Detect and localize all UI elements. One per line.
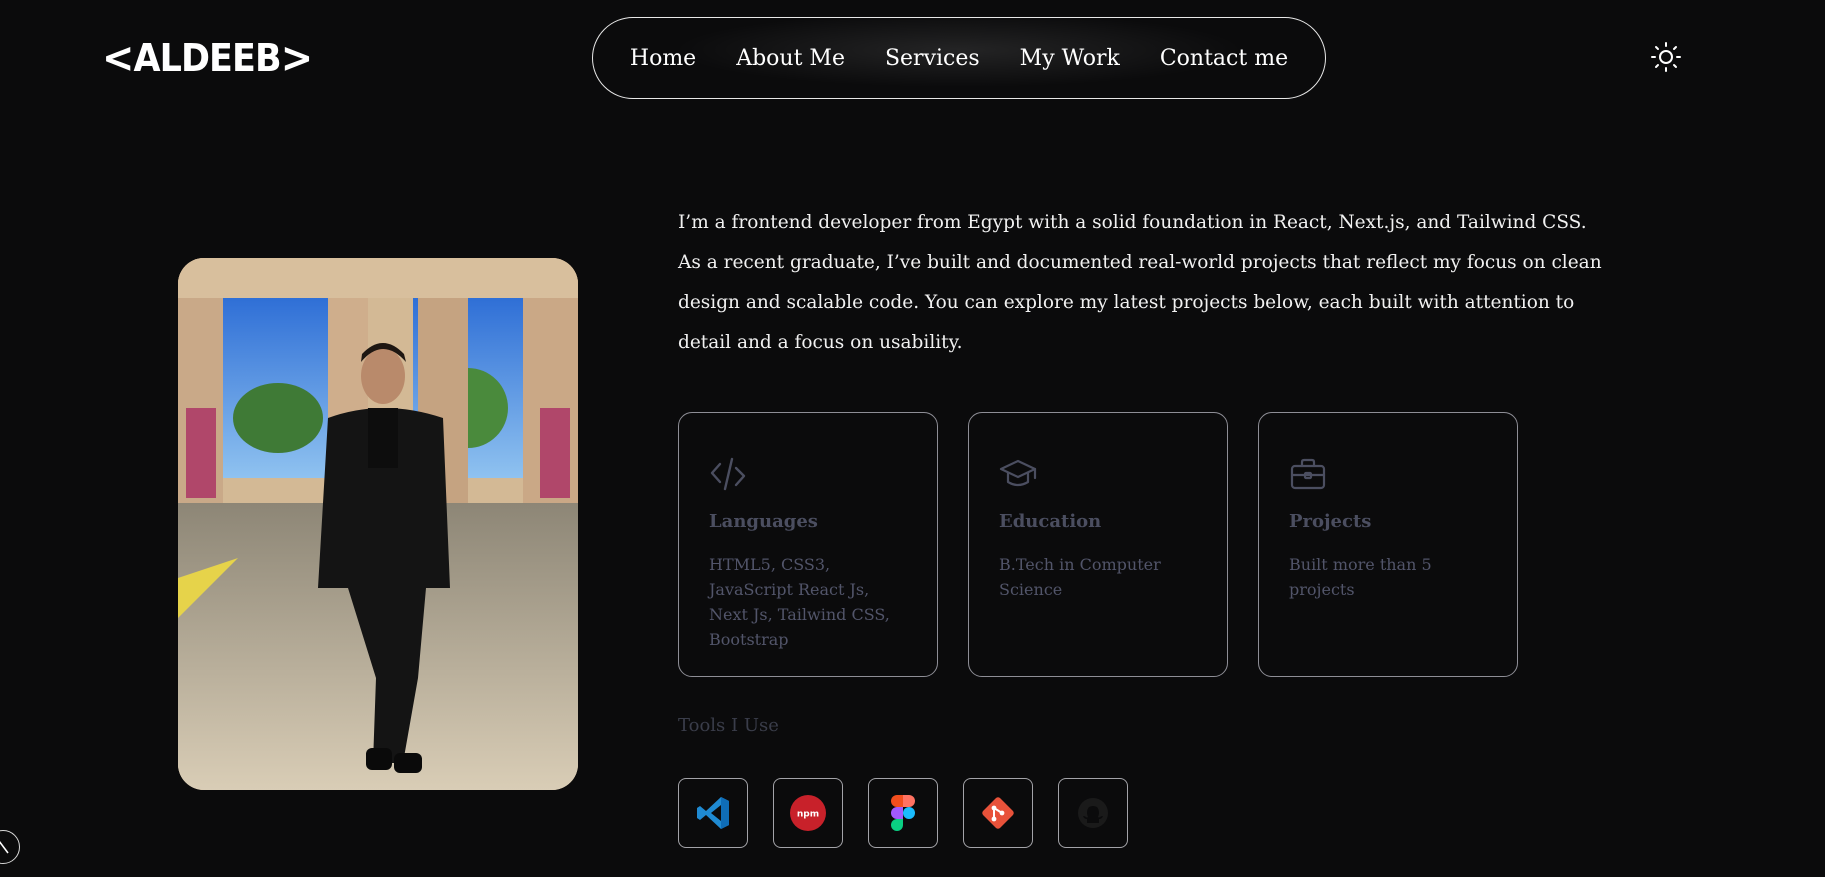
- card-text: B.Tech in Computer Science: [999, 555, 1161, 599]
- card-text: HTML5, CSS3, JavaScript React Js, Next J…: [709, 555, 890, 649]
- nav-services[interactable]: Services: [865, 46, 1000, 71]
- card-text: Built more than 5 projects: [1289, 555, 1432, 599]
- card-education[interactable]: Education B.Tech in Computer Science: [968, 412, 1228, 677]
- card-languages[interactable]: Languages HTML5, CSS3, JavaScript React …: [678, 412, 938, 677]
- about-intro-text: I’m a frontend developer from Egypt with…: [678, 212, 1602, 353]
- npm-icon: npm: [790, 795, 826, 831]
- profile-photo-illustration: [178, 258, 578, 790]
- site-logo[interactable]: < ALDEEB >: [102, 33, 313, 82]
- theme-toggle-button[interactable]: [1650, 41, 1682, 73]
- tool-github[interactable]: [1058, 778, 1128, 848]
- tool-figma[interactable]: [868, 778, 938, 848]
- nav-home[interactable]: Home: [610, 46, 716, 71]
- git-icon: [982, 797, 1014, 829]
- nav-about-me[interactable]: About Me: [716, 46, 865, 71]
- card-title: Languages: [709, 511, 818, 532]
- npm-label: npm: [797, 810, 819, 820]
- logo-text: ALDEEB: [133, 36, 281, 80]
- tool-npm[interactable]: npm: [773, 778, 843, 848]
- logo-left-bracket: <: [102, 33, 134, 82]
- card-projects[interactable]: Projects Built more than 5 projects: [1258, 412, 1518, 677]
- tools-list: npm: [678, 778, 1128, 848]
- logo-right-bracket: >: [280, 33, 313, 82]
- corner-widget-icon[interactable]: [0, 830, 20, 864]
- card-title: Education: [999, 511, 1102, 532]
- main-nav: Home About Me Services My Work Contact m…: [592, 17, 1326, 99]
- tools-heading: Tools I Use: [678, 715, 779, 736]
- briefcase-icon: [1290, 458, 1326, 490]
- nav-contact-me[interactable]: Contact me: [1140, 46, 1308, 71]
- profile-photo: [178, 258, 578, 790]
- figma-icon: [891, 795, 915, 831]
- tool-git[interactable]: [963, 778, 1033, 848]
- nav-my-work[interactable]: My Work: [1000, 46, 1140, 71]
- vscode-icon: [697, 797, 729, 829]
- n-logo-icon: [0, 841, 9, 854]
- card-title: Projects: [1289, 511, 1372, 532]
- about-cards: Languages HTML5, CSS3, JavaScript React …: [678, 412, 1518, 677]
- sun-icon: [1651, 42, 1681, 72]
- tool-vscode[interactable]: [678, 778, 748, 848]
- code-icon: [710, 457, 746, 491]
- github-icon: [1078, 798, 1108, 828]
- graduation-cap-icon: [999, 459, 1037, 487]
